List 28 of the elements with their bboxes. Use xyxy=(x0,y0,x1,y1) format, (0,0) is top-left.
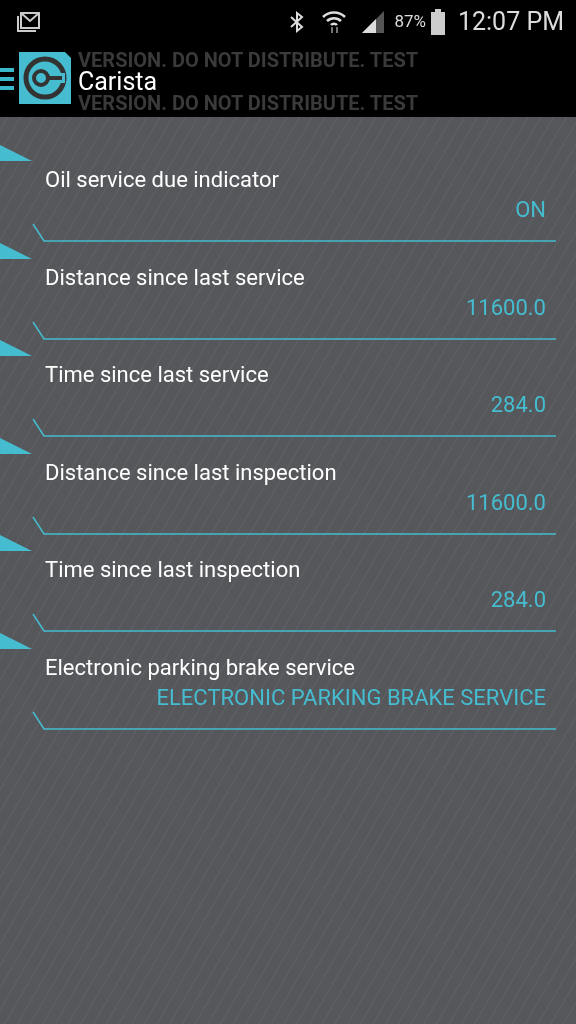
corner-marker-icon xyxy=(0,340,32,356)
clock-time: 12:07 PM xyxy=(457,6,564,39)
corner-marker-icon xyxy=(0,437,32,454)
corner-marker-icon xyxy=(0,535,32,551)
drawer-menu-icon[interactable] xyxy=(0,68,14,90)
test-version-text: VERSION. DO NOT DISTRIBUTE. TEST xyxy=(78,95,419,112)
setting-label: Time since last service xyxy=(45,361,270,389)
corner-marker-icon xyxy=(0,632,32,649)
corner-marker-icon xyxy=(0,242,32,259)
mail-notification-icon xyxy=(16,10,42,34)
setting-label: Oil service due indicator xyxy=(45,166,280,194)
corner-marker-icon xyxy=(0,145,32,161)
setting-label: Distance since last inspection xyxy=(45,458,338,487)
app-title: Carista xyxy=(78,69,158,95)
setting-value[interactable]: 11600.0 xyxy=(45,292,556,323)
setting-value[interactable]: 284.0 xyxy=(45,390,556,420)
test-version-text: VERSION. DO NOT DISTRIBUTE. TEST xyxy=(78,52,419,69)
wrench-logo-icon xyxy=(19,52,71,104)
battery-percentage: 87% xyxy=(394,10,426,34)
setting-label: Time since last inspection xyxy=(45,556,302,584)
setting-value[interactable]: 284.0 xyxy=(45,585,556,615)
setting-label: Electronic parking brake service xyxy=(45,653,356,682)
setting-label: Distance since last service xyxy=(45,263,306,292)
setting-value[interactable]: 11600.0 xyxy=(45,487,556,518)
battery-icon xyxy=(429,9,446,35)
setting-value[interactable]: ON xyxy=(45,195,556,225)
signal-icon xyxy=(360,10,387,34)
setting-value[interactable]: ELECTRONIC PARKING BRAKE SERVICE xyxy=(45,682,556,713)
